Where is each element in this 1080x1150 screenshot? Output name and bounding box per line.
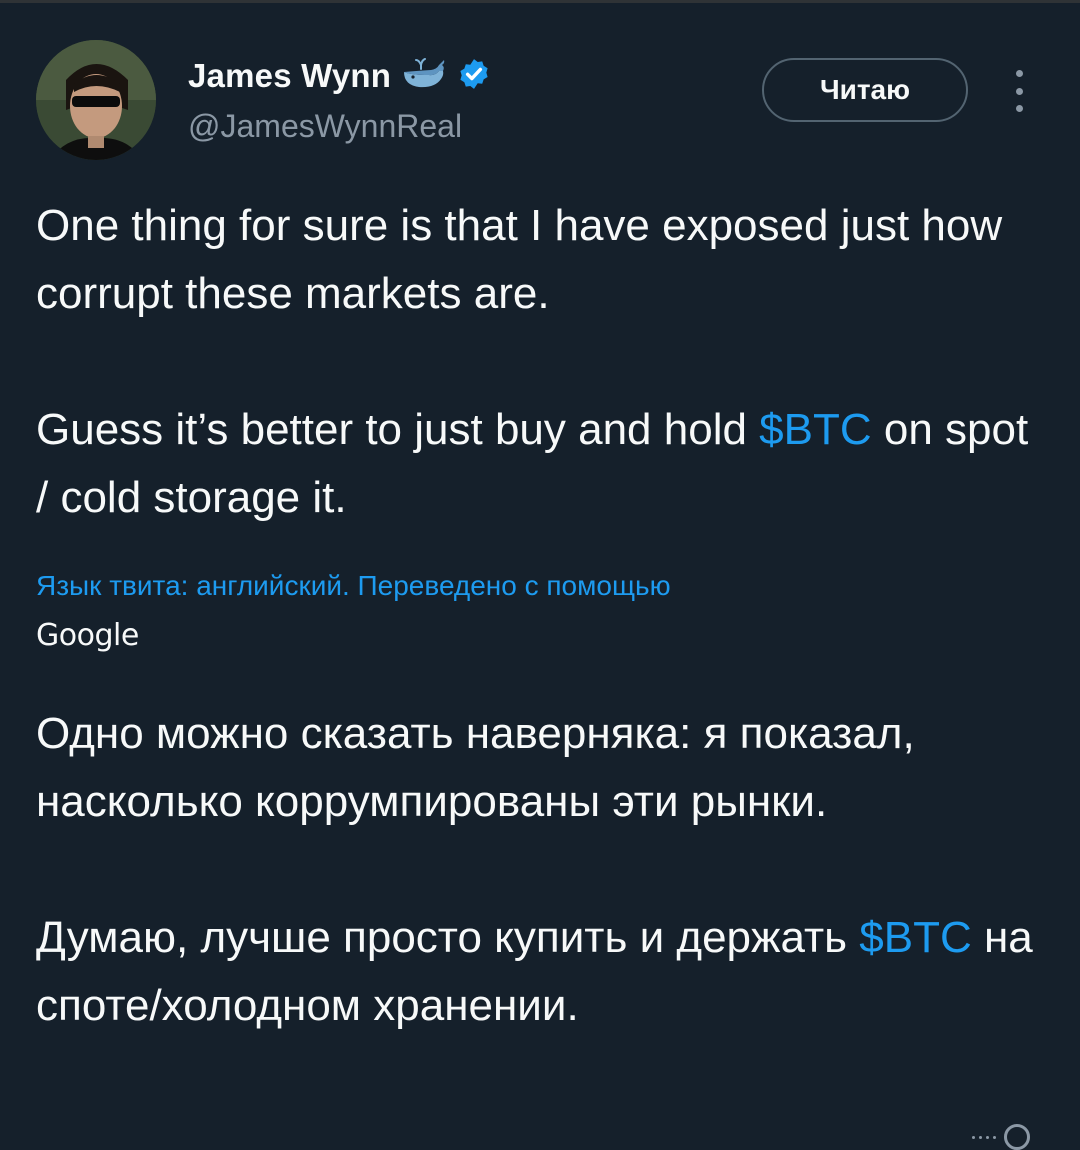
tweet-original-text: One thing for sure is that I have expose…	[36, 192, 1046, 532]
cashtag-link[interactable]: $BTC	[759, 405, 871, 454]
text-run: Guess it’s better to just buy and hold	[36, 405, 760, 454]
top-divider	[0, 0, 1080, 3]
translation-info-icon[interactable]	[972, 1124, 1030, 1150]
name-row: James Wynn	[188, 56, 491, 96]
cashtag-link[interactable]: $BTC	[859, 913, 971, 962]
tweet-translated-text: Одно можно сказать наверняка: я показал,…	[36, 700, 1046, 1040]
whale-icon	[401, 57, 447, 96]
translation-note[interactable]: Язык твита: английский. Переведено с пом…	[36, 568, 1046, 604]
tweet-header: James Wynn @JamesWynnReal Читаю	[36, 40, 1046, 160]
avatar-image	[36, 40, 156, 160]
translated-paragraph: Одно можно сказать наверняка: я показал,…	[36, 709, 915, 826]
avatar[interactable]	[36, 40, 156, 160]
translated-paragraph: Думаю, лучше просто купить и держать $BT…	[36, 904, 1046, 1040]
follow-button[interactable]: Читаю	[762, 58, 968, 122]
tweet-paragraph: Guess it’s better to just buy and hold $…	[36, 396, 1046, 532]
tweet-paragraph: One thing for sure is that I have expose…	[36, 201, 1003, 318]
more-options-icon[interactable]	[1004, 66, 1034, 116]
verified-badge-icon	[457, 57, 491, 96]
translation-provider: Google	[36, 618, 139, 653]
author-display-name[interactable]: James Wynn	[188, 57, 391, 95]
text-run: Думаю, лучше просто купить и держать	[36, 913, 860, 962]
author-handle[interactable]: @JamesWynnReal	[188, 108, 462, 145]
